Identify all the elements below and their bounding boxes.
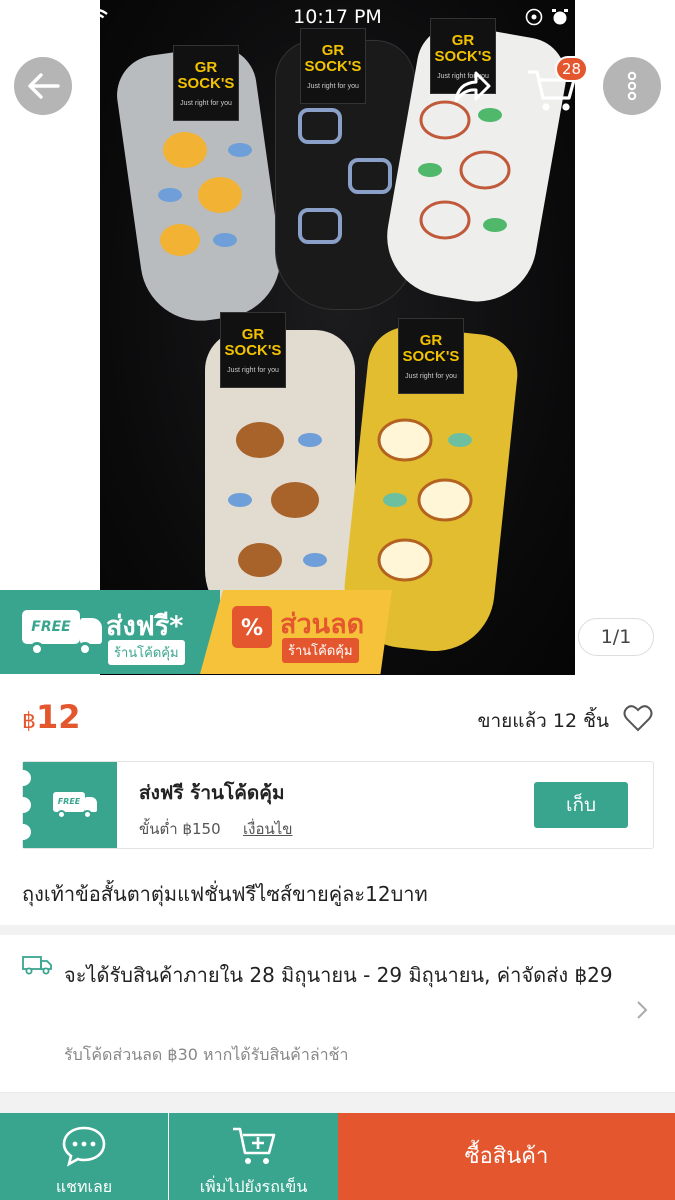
battery-percent: 59% [576,6,619,28]
chat-label: แชทเลย [55,1177,113,1196]
more-vertical-icon [627,71,637,101]
cart-count-badge: 28 [555,56,589,82]
share-button[interactable] [445,60,499,114]
brand-tag: GR SOCK'S Just right for you [300,28,366,104]
voucher-badge: FREE [15,762,117,848]
currency-symbol: ฿ [22,709,36,734]
discount-icon: % [232,606,272,648]
cart-button[interactable]: 28 [525,56,589,116]
chevron-right-icon[interactable] [635,1000,649,1020]
brand-tag: GR SOCK'S Just right for you [173,45,239,121]
voucher-title: ส่งฟรี ร้านโค้ดคุ้ม [139,782,285,804]
voucher-conditions-link[interactable]: เงื่อนไข [243,817,293,841]
product-price: ฿12 [22,698,81,736]
location-icon [525,8,543,26]
late-delivery-note: รับโค้ดส่วนลด ฿30 หากได้รับสินค้าล่าช้า [64,1045,349,1064]
truck-icon: FREE [22,604,102,656]
voucher-min-spend: ขั้นต่ำ ฿150 [139,820,221,838]
battery-icon [627,8,664,26]
add-to-cart-icon [232,1127,275,1164]
add-to-cart-button[interactable]: เพิ่มไปยังรถเข็น [169,1113,338,1200]
section-divider [0,1093,675,1113]
shipping-estimate[interactable]: จะได้รับสินค้าภายใน 28 มิถุนายน - 29 มิถ… [64,955,624,995]
brand-tag: GR SOCK'S Just right for you [398,318,464,394]
back-button[interactable] [14,57,72,115]
bottom-action-bar: แชทเลย เพิ่มไปยังรถเข็น ซื้อสินค้า [0,1113,675,1200]
discount-subtitle: ร้านโค้ดคุ้ม [282,638,359,663]
add-to-cart-label: เพิ่มไปยังรถเข็น [199,1177,308,1196]
free-shipping-promo: FREE ส่งฟรี* ร้านโค้ดคุ้ม [0,590,220,674]
section-divider [0,925,675,935]
share-icon [454,71,491,103]
brand-tag: GR SOCK'S Just right for you [220,312,286,388]
shop-voucher: FREE ส่งฟรี ร้านโค้ดคุ้ม ขั้นต่ำ ฿150 เง… [15,761,654,849]
delivery-truck-icon [22,956,52,975]
product-title: ถุงเท้าข้อสั้นตาตุ่มแฟชั่นฟรีไซส์ขายคู่ล… [22,882,428,906]
chat-icon [62,1126,106,1167]
free-shipping-subtitle: ร้านโค้ดคุ้ม [108,640,185,665]
alarm-icon [551,9,568,25]
more-options-button[interactable] [603,57,661,115]
image-counter: 1/1 [578,618,654,656]
chat-button[interactable]: แชทเลย [0,1113,168,1200]
status-bar: AIS 10:17 PM 59% [0,0,675,36]
sold-count: ขายแล้ว 12 ชิ้น [477,710,610,732]
heart-icon[interactable] [623,704,653,732]
product-photo[interactable]: GR SOCK'S Just right for you GR SOCK'S Jus… [100,0,575,675]
collect-voucher-button[interactable]: เก็บ [534,782,628,828]
buy-now-button[interactable]: ซื้อสินค้า [338,1113,675,1200]
truck-icon: FREE [53,792,99,820]
arrow-left-icon [28,73,60,99]
price-value: 12 [36,698,81,736]
